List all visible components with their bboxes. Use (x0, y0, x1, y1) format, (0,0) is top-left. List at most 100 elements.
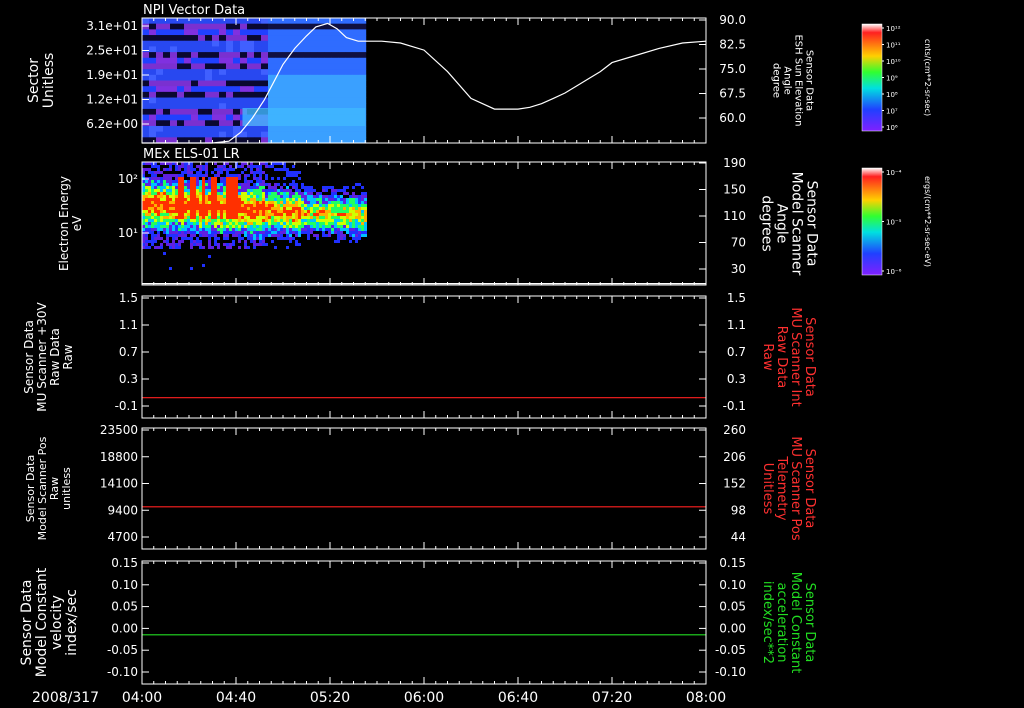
els-cell (172, 246, 175, 249)
els-cell (301, 198, 304, 201)
els-cell (364, 231, 367, 234)
npi-cell (268, 57, 276, 64)
els-cell (235, 192, 238, 195)
els-cell (259, 261, 262, 264)
npi-cell (205, 86, 213, 93)
npi-cell (303, 46, 311, 53)
npi-cell (233, 57, 241, 64)
els-cell (328, 189, 331, 192)
els-cell (307, 165, 310, 168)
els-cell (199, 246, 202, 249)
els-cell (157, 246, 160, 249)
els-cell (322, 267, 325, 270)
els-cell (178, 219, 181, 222)
els-cell (214, 198, 217, 201)
els-cell (163, 186, 166, 189)
els-cell (247, 240, 250, 243)
els-cell (337, 207, 340, 210)
npi-cell (289, 63, 297, 70)
els-cell (298, 204, 301, 207)
els-cell (286, 237, 289, 240)
els-cell (154, 228, 157, 231)
els-cell (199, 201, 202, 204)
els-cell (223, 189, 226, 192)
els-cell (220, 228, 223, 231)
els-cell (253, 228, 256, 231)
npi-cell (149, 63, 157, 70)
els-cell (364, 165, 367, 168)
els-cell (328, 180, 331, 183)
els-cell (217, 186, 220, 189)
els-cell (280, 201, 283, 204)
els-cell (220, 270, 223, 273)
els-cell (202, 273, 205, 276)
els-cell (262, 195, 265, 198)
els-cell (181, 201, 184, 204)
els-cell (220, 237, 223, 240)
els-cell (271, 243, 274, 246)
npi-cell (198, 18, 206, 24)
npi-cell (240, 46, 248, 53)
els-cell (250, 261, 253, 264)
els-cell (301, 180, 304, 183)
els-cell (271, 240, 274, 243)
els-cell (292, 192, 295, 195)
right-tick-label: 110 (723, 209, 746, 223)
left-axis-label: unitless (60, 467, 73, 510)
els-cell (220, 273, 223, 276)
npi-cell (163, 63, 171, 70)
els-cell (187, 180, 190, 183)
els-cell (208, 198, 211, 201)
npi-cell (359, 97, 367, 104)
els-cell (274, 198, 277, 201)
npi-cell (156, 46, 164, 53)
npi-cell (338, 46, 346, 53)
els-cell (211, 219, 214, 222)
els-cell (160, 198, 163, 201)
els-cell (208, 192, 211, 195)
els-cell (229, 195, 232, 198)
els-cell (214, 171, 217, 174)
els-cell (265, 231, 268, 234)
npi-cell (205, 120, 213, 127)
els-cell (277, 204, 280, 207)
els-cell (193, 222, 196, 225)
els-cell (214, 186, 217, 189)
npi-cell (317, 40, 325, 47)
els-cell (160, 180, 163, 183)
els-cell (217, 183, 220, 186)
els-cell (316, 273, 319, 276)
els-cell (244, 177, 247, 180)
els-cell (337, 270, 340, 273)
els-cell (265, 219, 268, 222)
els-cell (214, 210, 217, 213)
npi-cell (338, 52, 346, 59)
els-cell (355, 228, 358, 231)
els-cell (334, 204, 337, 207)
npi-cell (324, 86, 332, 93)
els-cell (364, 276, 367, 279)
els-cell (256, 258, 259, 261)
els-cell (193, 213, 196, 216)
els-cell (238, 204, 241, 207)
els-cell (169, 231, 172, 234)
els-cell (340, 213, 343, 216)
els-cell (349, 180, 352, 183)
els-cell (322, 249, 325, 252)
npi-cell (191, 46, 199, 53)
npi-cell (338, 63, 346, 70)
npi-cell (177, 125, 185, 132)
npi-cell (170, 125, 178, 132)
els-cell (205, 192, 208, 195)
els-cell (229, 189, 232, 192)
els-cell (280, 267, 283, 270)
time-tick-label: 05:20 (310, 690, 350, 706)
time-tick-label: 08:00 (686, 690, 726, 706)
time-tick-label: 07:20 (592, 690, 632, 706)
els-cell (265, 207, 268, 210)
npi-cell (338, 125, 346, 132)
els-cell (154, 231, 157, 234)
npi-cell (254, 63, 262, 70)
els-cell (154, 222, 157, 225)
els-cell (184, 219, 187, 222)
